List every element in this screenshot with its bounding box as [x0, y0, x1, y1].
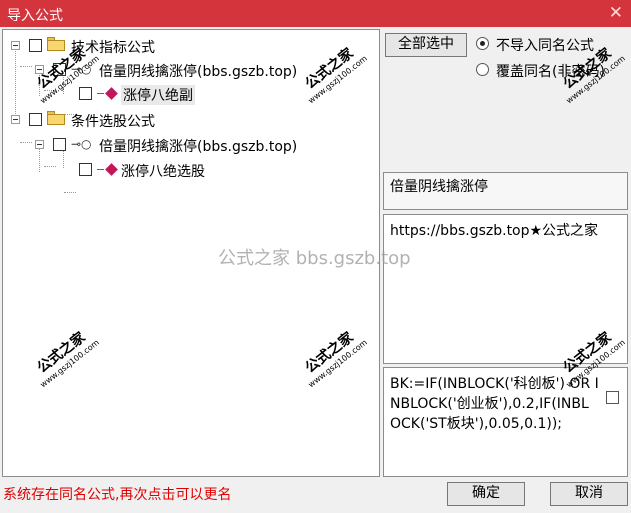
gem-connector — [97, 169, 104, 170]
collapse-icon[interactable] — [35, 140, 44, 149]
window-title: 导入公式 — [7, 8, 63, 24]
tree-node-indicator-formulas[interactable]: 技术指标公式 — [3, 34, 373, 56]
tree-node-label: 涨停八绝副 — [121, 85, 195, 105]
formula-name-box: 倍量阴线擒涨停 — [383, 172, 628, 210]
select-all-button[interactable]: 全部选中 — [385, 33, 467, 57]
tree-node-label: 涨停八绝选股 — [121, 164, 205, 180]
status-message: 系统存在同名公式,再次点击可以更名 — [3, 487, 232, 503]
tree-connector — [64, 192, 76, 193]
key-icon: ⊸○ — [71, 137, 92, 151]
formula-gem-icon — [105, 87, 118, 100]
tree-node-formula[interactable]: ⊸○ 倍量阴线擒涨停(bbs.gszb.top) — [3, 133, 373, 155]
collapse-icon[interactable] — [11, 115, 20, 124]
skip-same-name-radio[interactable] — [476, 37, 489, 50]
collapse-icon[interactable] — [11, 41, 20, 50]
node-checkbox[interactable] — [79, 163, 92, 176]
tree-node-label: 倍量阴线擒涨停(bbs.gszb.top) — [99, 64, 298, 80]
overwrite-same-name-radio[interactable] — [476, 63, 489, 76]
skip-same-name-label[interactable]: 不导入同名公式 — [496, 35, 594, 55]
node-checkbox[interactable] — [29, 39, 42, 52]
tree-node-formula-item[interactable]: 涨停八绝选股 — [3, 158, 373, 180]
tree-node-label: 条件选股公式 — [71, 114, 155, 130]
center-watermark: 公式之家 bbs.gszb.top — [218, 248, 411, 269]
formula-description: https://bbs.gszb.top★公式之家 — [390, 223, 599, 239]
close-icon[interactable]: ✕ — [609, 3, 623, 23]
title-bar: 导入公式 ✕ — [0, 0, 631, 27]
cancel-button[interactable]: 取消 — [550, 482, 628, 506]
formula-name: 倍量阴线擒涨停 — [390, 179, 488, 195]
formula-gem-icon — [105, 163, 118, 176]
ok-button[interactable]: 确定 — [447, 482, 525, 506]
gem-connector — [97, 93, 104, 94]
folder-icon — [47, 37, 65, 51]
node-checkbox[interactable] — [53, 138, 66, 151]
tree-node-label: 倍量阴线擒涨停(bbs.gszb.top) — [99, 139, 298, 155]
code-option-checkbox[interactable] — [606, 391, 619, 404]
